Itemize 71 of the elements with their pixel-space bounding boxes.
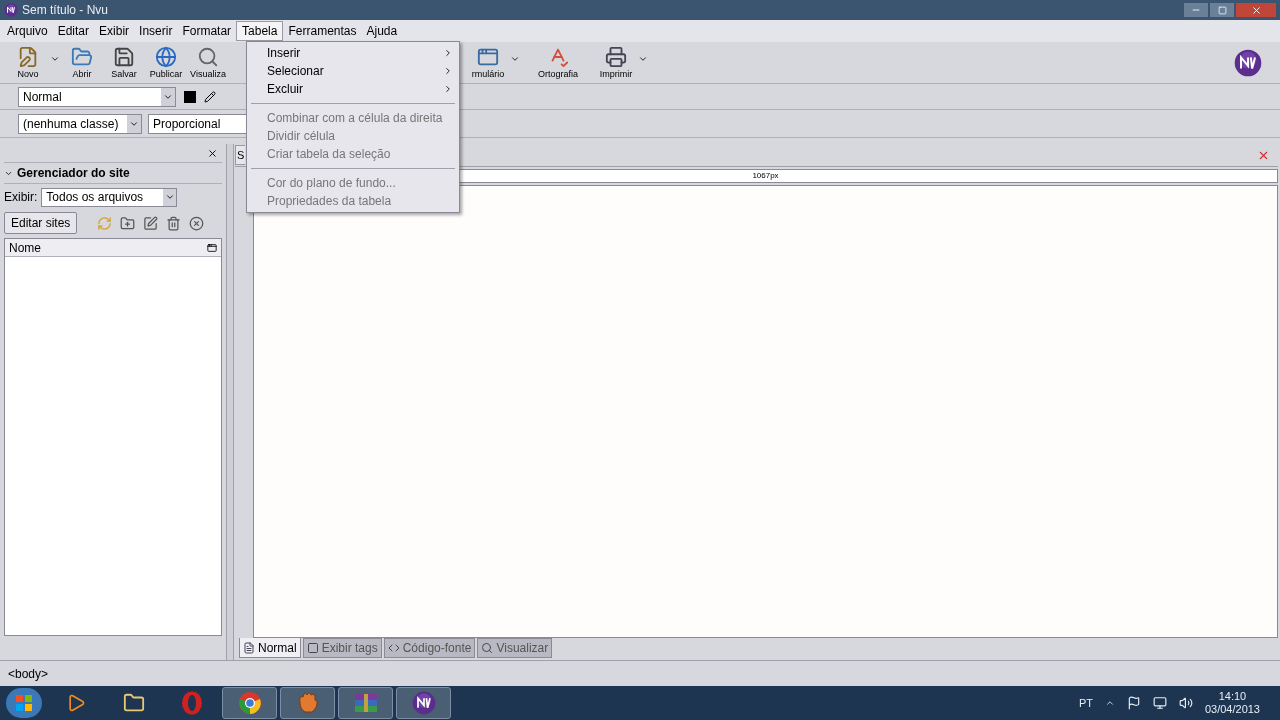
new-icon — [17, 45, 39, 68]
pencil-icon[interactable] — [204, 90, 216, 103]
toolbar-button[interactable]: Publicar — [146, 45, 186, 80]
chrome-icon — [237, 691, 262, 715]
toolbar-button[interactable]: Imprimir — [596, 45, 636, 80]
document-tab[interactable]: S — [235, 145, 245, 165]
taskbar-app[interactable] — [396, 687, 451, 719]
tags-tab-icon — [306, 642, 319, 654]
windows-logo-icon — [16, 695, 32, 711]
clock[interactable]: 14:10 03/04/2013 — [1204, 690, 1260, 716]
toolbar-button[interactable]: Ortografia — [538, 45, 578, 80]
toolbar-button[interactable]: Abrir — [62, 45, 102, 80]
menu-item[interactable]: Inserir — [134, 21, 178, 41]
status-text: <body> — [8, 665, 49, 683]
preview-icon — [197, 45, 219, 68]
show-select[interactable]: Todos os arquivos — [41, 187, 178, 207]
tray-expand-icon[interactable] — [1104, 698, 1115, 708]
menu-item[interactable]: Tabela — [236, 21, 284, 41]
volume-icon[interactable] — [1178, 696, 1193, 710]
window-title: Sem título - Nvu — [22, 2, 109, 19]
logo-icon — [4, 3, 18, 17]
edit-icon[interactable] — [143, 215, 159, 231]
panel-title: Gerenciador do site — [17, 165, 130, 182]
show-label: Exibir: — [4, 189, 38, 206]
save-icon — [113, 45, 135, 68]
flag-icon[interactable] — [1126, 696, 1141, 710]
menu-item[interactable]: Inserir — [247, 44, 459, 62]
publish-icon — [155, 45, 177, 68]
column-picker-icon[interactable] — [207, 242, 217, 253]
open-icon — [71, 45, 93, 68]
menu-item[interactable]: Arquivo — [2, 21, 53, 41]
toolbar-button[interactable]: Novo — [8, 45, 48, 80]
logo-icon — [1234, 48, 1262, 77]
css-class-select[interactable]: (nenhuma classe) — [18, 113, 142, 134]
text-color-swatch[interactable] — [184, 90, 196, 103]
column-header[interactable]: Nome — [5, 239, 221, 257]
menu-item[interactable]: Ajuda — [361, 21, 403, 41]
start-button[interactable] — [6, 688, 42, 718]
toolbar-button[interactable]: Visualiza — [188, 45, 228, 80]
menu-item[interactable]: Excluir — [247, 80, 459, 98]
view-tab[interactable]: Normal — [239, 638, 301, 658]
edit-sites-button[interactable]: Editar sites — [4, 212, 78, 234]
page-tab-icon — [243, 641, 255, 654]
close-icon — [1250, 4, 1262, 16]
view-tab[interactable]: Exibir tags — [302, 638, 382, 658]
folder-icon — [122, 692, 145, 714]
view-tab[interactable]: Visualizar — [477, 638, 553, 658]
new-folder-icon[interactable] — [120, 215, 136, 231]
menu-item[interactable]: Editar — [52, 21, 95, 41]
font-select[interactable]: Proporcional — [148, 113, 248, 134]
network-icon[interactable] — [1152, 696, 1167, 710]
stop-icon[interactable] — [189, 215, 205, 231]
source-tab-icon — [387, 642, 400, 654]
menu-item[interactable]: Formatar — [177, 21, 237, 41]
toolbar-button[interactable]: rmulário — [468, 45, 508, 80]
paragraph-style-select[interactable]: Normal — [18, 86, 176, 107]
menu-item[interactable]: Exibir — [94, 21, 135, 41]
preview-tab-icon — [481, 642, 494, 654]
toolbar-button[interactable]: Salvar — [104, 45, 144, 80]
maximize-icon — [1217, 5, 1227, 15]
menu-item[interactable]: Ferramentas — [283, 21, 362, 41]
close-icon[interactable] — [207, 147, 218, 159]
taskbar-app[interactable] — [222, 687, 277, 719]
language-indicator[interactable]: PT — [1078, 694, 1093, 712]
view-tab[interactable]: Código-fonte — [383, 638, 476, 658]
menu-item[interactable]: Selecionar — [247, 62, 459, 80]
opera-icon — [180, 691, 203, 715]
archive-icon — [352, 692, 379, 714]
logo-icon — [411, 691, 436, 715]
delete-icon[interactable] — [166, 215, 182, 231]
print-icon — [605, 45, 627, 68]
